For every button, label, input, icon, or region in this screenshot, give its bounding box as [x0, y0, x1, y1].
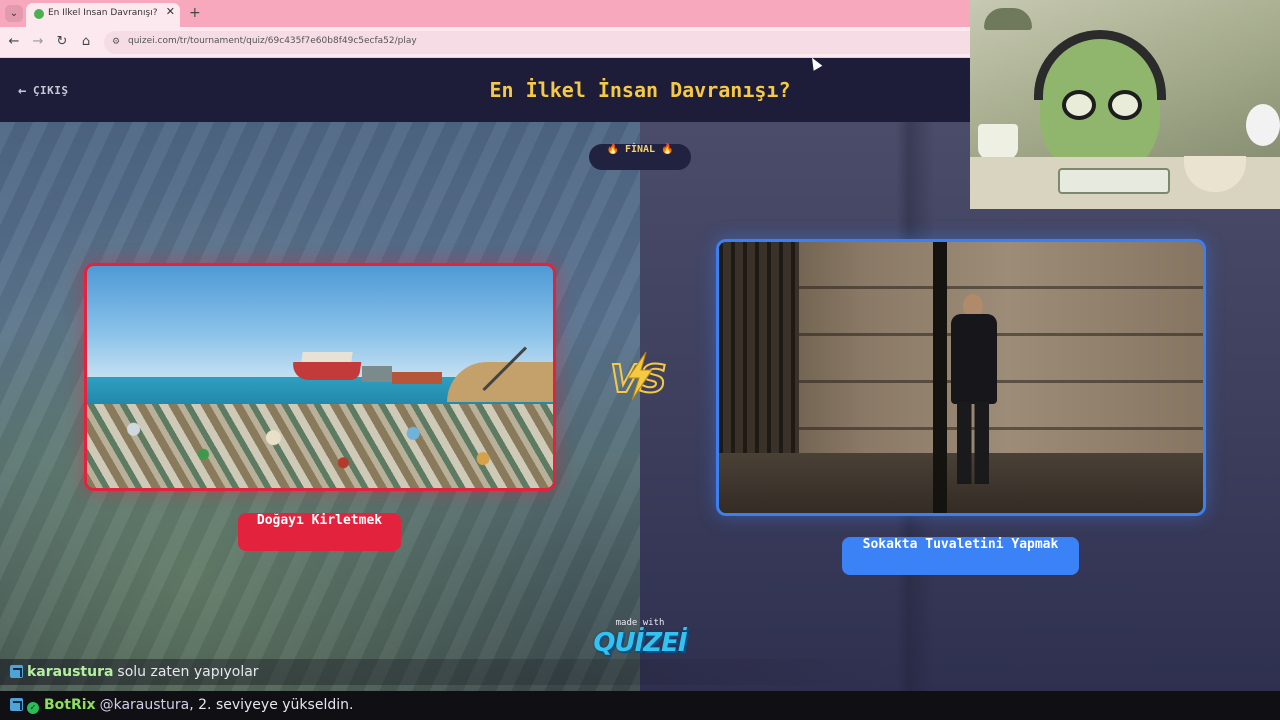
chat-text: solu zaten yapıyolar	[117, 664, 259, 680]
site-info-icon[interactable]: ⚙	[112, 37, 123, 48]
browser-toolbar: ← → ↻ ⌂ ⚙ quizei.com/tr/tournament/quiz/…	[0, 27, 970, 58]
kick-badge-icon	[10, 665, 23, 678]
versus-lightning-icon: VS	[609, 351, 668, 402]
desk-lamp	[984, 8, 1032, 30]
round-badge: 🔥 FİNAL 🔥	[589, 144, 691, 170]
plastic-waste	[87, 403, 553, 488]
chat-overlay: karaustura solu zaten yapıyolar ✓ BotRix @k…	[0, 657, 1280, 720]
kick-badge-icon	[10, 698, 23, 711]
quiz-header: ← ÇIKIŞ En İlkel İnsan Davranışı?	[0, 58, 970, 122]
keyboard	[1058, 168, 1170, 194]
tab-title: En İlkel İnsan Davranışı? - Tier L	[48, 8, 160, 18]
tab-close-button[interactable]: ✕	[166, 5, 175, 18]
browser-tab[interactable]: En İlkel İnsan Davranışı? - Tier L ✕	[26, 3, 180, 27]
chat-text: , 2. seviyeye yükseldin.	[189, 697, 354, 713]
lamp-post	[933, 242, 947, 513]
iron-gate	[719, 242, 799, 454]
option-left-image[interactable]	[84, 263, 556, 491]
chat-message: karaustura solu zaten yapıyolar	[0, 659, 1280, 685]
man-figure	[949, 294, 997, 484]
home-button[interactable]: ⌂	[78, 34, 94, 50]
headset	[1034, 30, 1166, 100]
reload-button[interactable]: ↻	[54, 34, 70, 50]
address-bar[interactable]: ⚙ quizei.com/tr/tournament/quiz/69c435f7…	[104, 31, 970, 54]
ship	[290, 362, 362, 380]
mug	[978, 124, 1018, 160]
glasses-lens	[1062, 90, 1096, 120]
option-right-button[interactable]: Sokakta Tuvaletini Yapmak	[842, 537, 1079, 575]
forward-button[interactable]: →	[30, 34, 46, 50]
ship	[392, 372, 442, 384]
tab-search-button[interactable]: ⌄	[5, 5, 23, 22]
alien-figurine	[1246, 104, 1280, 146]
chat-username: BotRix	[44, 697, 96, 713]
chat-message: ✓ BotRix @karaustura, 2. seviyeye yükseldi…	[0, 691, 1280, 720]
browser-tab-strip: ⌄ En İlkel İnsan Davranışı? - Tier L ✕ +	[0, 0, 970, 27]
legs	[957, 402, 989, 484]
glasses-lens	[1108, 90, 1142, 120]
option-left-button[interactable]: Doğayı Kirletmek	[238, 513, 401, 551]
chat-username: karaustura	[27, 664, 114, 680]
new-tab-button[interactable]: +	[189, 5, 201, 21]
url-text[interactable]: quizei.com/tr/tournament/quiz/69c435f7e6…	[128, 36, 417, 46]
ship	[362, 366, 392, 382]
favicon-icon	[34, 9, 44, 19]
option-right-image[interactable]	[716, 239, 1206, 516]
chat-mention: @karaustura	[99, 697, 190, 713]
branding[interactable]: made with QUİZEİ	[590, 618, 690, 658]
suit-jacket	[951, 314, 997, 404]
back-button[interactable]: ←	[6, 34, 22, 50]
brand-logo: QUİZEİ	[593, 628, 687, 658]
verified-check-icon: ✓	[27, 702, 39, 714]
made-with-text: made with	[615, 618, 665, 628]
webcam-overlay	[970, 0, 1280, 209]
